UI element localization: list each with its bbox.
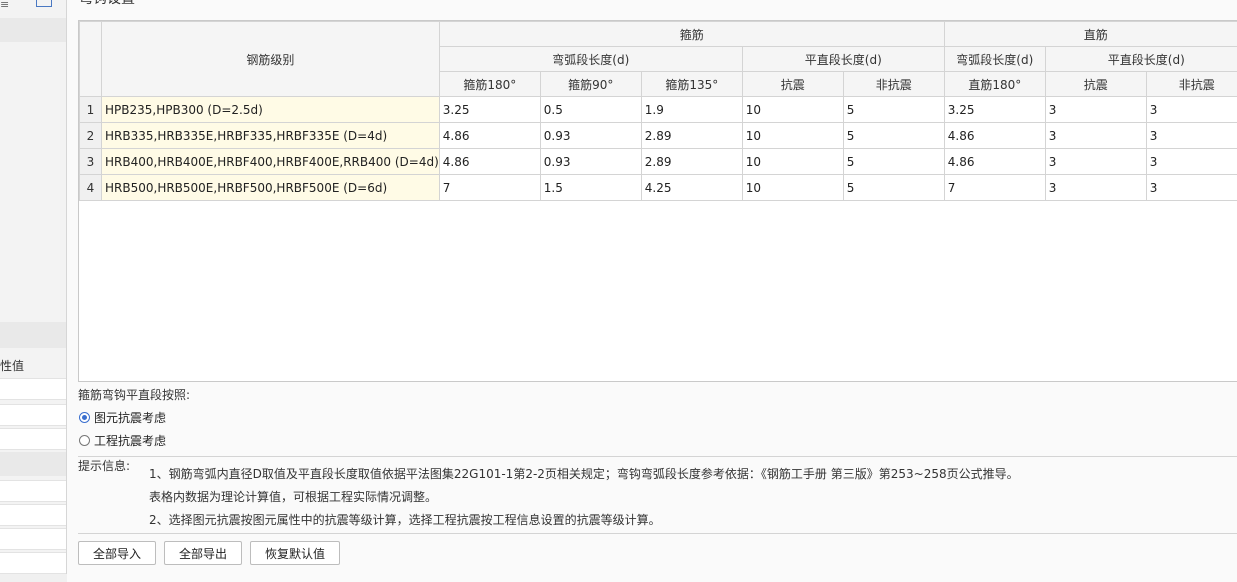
row-number: 4 — [80, 175, 102, 201]
table-row[interactable]: 1 HPB235,HPB300 (D=2.5d) 3.25 0.5 1.9 10… — [80, 97, 1237, 123]
stirrup-90-cell[interactable]: 1.5 — [540, 175, 641, 201]
radio-button-checked[interactable] — [79, 412, 90, 423]
background-panel: ≡ 性值 — [0, 0, 67, 574]
divider — [78, 456, 1237, 457]
straight-non-seismic-cell[interactable]: 3 — [1146, 175, 1237, 201]
radio-button[interactable] — [79, 435, 90, 446]
background-section-header — [0, 322, 66, 348]
stirrup-group-header: 箍筋 — [439, 22, 944, 47]
straight-non-seismic-header: 非抗震 — [1146, 72, 1237, 97]
stirrup-135-cell[interactable]: 1.9 — [641, 97, 742, 123]
grade-cell[interactable]: HRB500,HRB500E,HRBF500,HRBF500E (D=6d) — [102, 175, 440, 201]
stirrup-non-seismic-cell[interactable]: 5 — [843, 97, 944, 123]
divider — [78, 533, 1237, 534]
stirrup-non-seismic-cell[interactable]: 5 — [843, 149, 944, 175]
import-all-button[interactable]: 全部导入 — [78, 541, 156, 565]
background-toolbar-icon — [36, 0, 52, 7]
tip-line-3: 2、选择图元抗震按图元属性中的抗震等级计算，选择工程抗震按工程信息设置的抗震等级… — [149, 511, 661, 528]
table-row[interactable]: 4 HRB500,HRB500E,HRBF500,HRBF500E (D=6d)… — [80, 175, 1237, 201]
stirrup-90-cell[interactable]: 0.93 — [540, 123, 641, 149]
stirrup-arc-length-header: 弯弧段长度(d) — [439, 47, 742, 72]
stirrup-135-cell[interactable]: 2.89 — [641, 149, 742, 175]
straight-180-cell[interactable]: 3.25 — [944, 97, 1045, 123]
row-number-header — [80, 22, 102, 97]
background-row[interactable] — [0, 378, 66, 400]
stirrup-135-cell[interactable]: 4.25 — [641, 175, 742, 201]
stirrup-135-cell[interactable]: 2.89 — [641, 123, 742, 149]
radio-group-title: 箍筋弯钩平直段按照: — [78, 386, 190, 403]
straight-seismic-cell[interactable]: 3 — [1045, 175, 1146, 201]
stirrup-180-cell[interactable]: 4.86 — [439, 123, 540, 149]
straight-non-seismic-cell[interactable]: 3 — [1146, 123, 1237, 149]
stirrup-180-cell[interactable]: 3.25 — [439, 97, 540, 123]
dialog-title: 弯钩设置 — [79, 0, 135, 8]
stirrup-90-header: 箍筋90° — [540, 72, 641, 97]
row-number: 1 — [80, 97, 102, 123]
stirrup-90-cell[interactable]: 0.5 — [540, 97, 641, 123]
background-menu-icon: ≡ — [0, 0, 9, 11]
stirrup-180-cell[interactable]: 7 — [439, 175, 540, 201]
table-row[interactable]: 3 HRB400,HRB400E,HRBF400,HRBF400E,RRB400… — [80, 149, 1237, 175]
radio-project-seismic[interactable]: 工程抗震考虑 — [79, 432, 166, 449]
tip-label: 提示信息: — [78, 457, 130, 474]
tip-line-1: 1、钢筋弯弧内直径D取值及平直段长度取值依据平法图集22G101-1第2-2页相… — [149, 465, 1019, 482]
straight-180-cell[interactable]: 7 — [944, 175, 1045, 201]
straight-seismic-cell[interactable]: 3 — [1045, 97, 1146, 123]
stirrup-seismic-cell[interactable]: 10 — [742, 97, 843, 123]
straight-180-header: 直筋180° — [944, 72, 1045, 97]
stirrup-180-header: 箍筋180° — [439, 72, 540, 97]
background-row[interactable] — [0, 428, 66, 450]
stirrup-non-seismic-cell[interactable]: 5 — [843, 123, 944, 149]
straight-seismic-cell[interactable]: 3 — [1045, 123, 1146, 149]
stirrup-180-cell[interactable]: 4.86 — [439, 149, 540, 175]
export-all-button[interactable]: 全部导出 — [164, 541, 242, 565]
stirrup-flat-length-header: 平直段长度(d) — [742, 47, 944, 72]
table-row[interactable]: 2 HRB335,HRB335E,HRBF335,HRBF335E (D=4d)… — [80, 123, 1237, 149]
stirrup-non-seismic-header: 非抗震 — [843, 72, 944, 97]
restore-default-button[interactable]: 恢复默认值 — [250, 541, 340, 565]
radio-label: 图元抗震考虑 — [94, 409, 166, 426]
background-row[interactable] — [0, 504, 66, 526]
stirrup-seismic-header: 抗震 — [742, 72, 843, 97]
background-header — [0, 18, 66, 42]
background-section-header — [0, 452, 66, 476]
background-row[interactable] — [0, 528, 66, 550]
row-number: 2 — [80, 123, 102, 149]
straight-non-seismic-cell[interactable]: 3 — [1146, 97, 1237, 123]
straight-group-header: 直筋 — [944, 22, 1237, 47]
background-row[interactable] — [0, 552, 66, 574]
straight-seismic-cell[interactable]: 3 — [1045, 149, 1146, 175]
tip-line-2: 表格内数据为理论计算值，可根据工程实际情况调整。 — [149, 488, 437, 505]
hook-settings-dialog: 弯钩设置 –□ 钢筋级别 箍筋 直筋 弯弧段长度(d) — [67, 0, 1237, 582]
grade-cell[interactable]: HRB335,HRB335E,HRBF335,HRBF335E (D=4d) — [102, 123, 440, 149]
background-row[interactable] — [0, 404, 66, 426]
stirrup-90-cell[interactable]: 0.93 — [540, 149, 641, 175]
background-row[interactable] — [0, 480, 66, 502]
straight-180-cell[interactable]: 4.86 — [944, 149, 1045, 175]
straight-arc-length-header: 弯弧段长度(d) — [944, 47, 1045, 72]
straight-non-seismic-cell[interactable]: 3 — [1146, 149, 1237, 175]
background-property-label: 性值 — [0, 357, 24, 374]
grade-cell[interactable]: HRB400,HRB400E,HRBF400,HRBF400E,RRB400 (… — [102, 149, 440, 175]
grade-cell[interactable]: HPB235,HPB300 (D=2.5d) — [102, 97, 440, 123]
minimize-icon[interactable]: – — [1190, 0, 1211, 1]
stirrup-seismic-cell[interactable]: 10 — [742, 123, 843, 149]
grade-header: 钢筋级别 — [102, 22, 440, 97]
stirrup-135-header: 箍筋135° — [641, 72, 742, 97]
straight-180-cell[interactable]: 4.86 — [944, 123, 1045, 149]
window-controls: –□ — [1190, 0, 1237, 1]
stirrup-seismic-cell[interactable]: 10 — [742, 175, 843, 201]
stirrup-seismic-cell[interactable]: 10 — [742, 149, 843, 175]
maximize-icon[interactable]: □ — [1211, 0, 1237, 1]
radio-label: 工程抗震考虑 — [94, 432, 166, 449]
radio-element-seismic[interactable]: 图元抗震考虑 — [79, 409, 166, 426]
stirrup-non-seismic-cell[interactable]: 5 — [843, 175, 944, 201]
hook-grid: 钢筋级别 箍筋 直筋 弯弧段长度(d) 平直段长度(d) 弯弧段长度(d) 平直… — [78, 20, 1237, 382]
straight-flat-length-header: 平直段长度(d) — [1045, 47, 1237, 72]
row-number: 3 — [80, 149, 102, 175]
straight-seismic-header: 抗震 — [1045, 72, 1146, 97]
